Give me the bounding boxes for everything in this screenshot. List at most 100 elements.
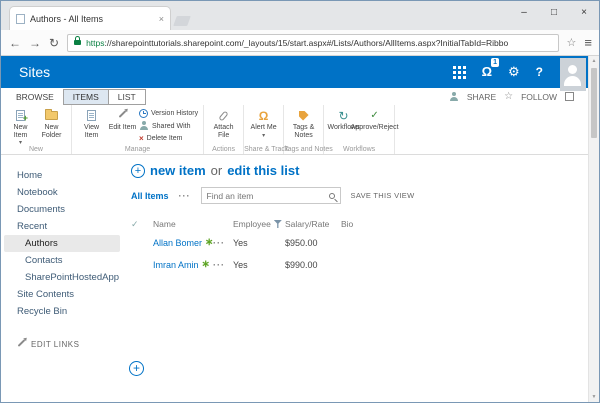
tab-items[interactable]: ITEMS xyxy=(63,89,109,105)
settings-gear-icon[interactable]: ⚙ xyxy=(508,64,520,80)
table-row[interactable]: Imran Amin ∗ ··· Yes $990.00 xyxy=(131,254,588,276)
employee-cell: Yes xyxy=(233,238,285,248)
tab-title: Authors - All Items xyxy=(30,14,155,24)
tab-close-icon[interactable]: × xyxy=(159,14,164,24)
notification-badge: 1 xyxy=(491,58,499,67)
table-header: ✓ Name Employee Salary/Rate Bio xyxy=(131,216,588,232)
delete-item-button[interactable]: × Delete Item xyxy=(139,134,198,143)
scroll-down-icon[interactable]: ▼ xyxy=(589,392,599,402)
group-label-tags-notes: Tags and Notes xyxy=(284,146,323,153)
close-button[interactable]: × xyxy=(569,1,599,23)
vertical-scrollbar[interactable]: ▲ ▼ xyxy=(588,56,599,402)
help-icon[interactable]: ? xyxy=(536,65,543,79)
browser-window: Authors - All Items × – □ × ← → ↻ https … xyxy=(0,0,600,403)
browser-tab[interactable]: Authors - All Items × xyxy=(9,6,171,30)
notifications-bell-icon[interactable]: Ω 1 xyxy=(482,63,492,81)
attach-file-button[interactable]: Attach File xyxy=(209,108,238,139)
sidebar-item-home[interactable]: Home xyxy=(1,167,123,184)
edit-item-icon xyxy=(119,110,127,118)
page-body: Home Notebook Documents Recent Authors C… xyxy=(1,155,588,402)
sidebar-item-recycle-bin[interactable]: Recycle Bin xyxy=(1,303,123,320)
tab-list[interactable]: LIST xyxy=(108,89,146,105)
sidebar-item-recent[interactable]: Recent xyxy=(1,218,123,235)
new-item-link[interactable]: new item xyxy=(150,163,206,178)
delete-item-label: Delete Item xyxy=(147,135,183,142)
view-item-button[interactable]: View Item xyxy=(77,108,106,139)
new-folder-icon xyxy=(45,111,58,120)
approve-reject-button[interactable]: ✓ Approve/Reject xyxy=(360,108,389,132)
sidebar-item-contacts[interactable]: Contacts xyxy=(1,252,123,269)
edit-links-pencil-icon xyxy=(18,339,26,347)
views-row: All Items ··· SAVE THIS VIEW xyxy=(131,187,588,204)
column-header-employee[interactable]: Employee xyxy=(233,219,285,229)
app-launcher-icon[interactable] xyxy=(453,66,466,79)
views-more-icon[interactable]: ··· xyxy=(179,191,191,201)
sidebar-item-authors[interactable]: Authors xyxy=(4,235,120,252)
view-all-items-link[interactable]: All Items xyxy=(131,191,169,201)
alert-me-button[interactable]: Ω Alert Me ▾ xyxy=(249,108,278,139)
column-header-bio[interactable]: Bio xyxy=(341,219,371,229)
alert-me-bell-icon: Ω xyxy=(259,110,269,122)
titlebar: Authors - All Items × – □ × xyxy=(1,1,599,30)
url-text: ://sharepointtutorials.sharepoint.com/_l… xyxy=(105,38,509,48)
new-tab-button[interactable] xyxy=(173,16,191,26)
ribbon-right-actions: SHARE ☆ FOLLOW xyxy=(449,91,574,102)
shared-with-button[interactable]: Shared With xyxy=(139,121,198,131)
browser-menu-icon[interactable]: ≡ xyxy=(584,35,591,50)
minimize-button[interactable]: – xyxy=(509,1,539,23)
new-item-icon: + xyxy=(16,110,25,121)
sidebar-item-documents[interactable]: Documents xyxy=(1,201,123,218)
new-item-plus-icon[interactable]: + xyxy=(131,164,145,178)
item-link[interactable]: Imran Amin xyxy=(153,260,199,270)
attach-file-label: Attach File xyxy=(209,124,238,139)
url-field[interactable]: https ://sharepointtutorials.sharepoint.… xyxy=(67,34,558,52)
back-icon[interactable]: ← xyxy=(9,37,21,49)
group-label-share-track: Share & Track xyxy=(244,146,283,153)
save-this-view-link[interactable]: SAVE THIS VIEW xyxy=(351,191,415,200)
find-item-input[interactable] xyxy=(207,191,325,201)
user-avatar[interactable] xyxy=(560,58,586,91)
version-history-button[interactable]: Version History xyxy=(139,109,198,118)
forward-icon[interactable]: → xyxy=(29,37,41,49)
new-item-label: New Item xyxy=(6,124,35,139)
suite-bar: Sites Ω 1 ⚙ ? xyxy=(1,56,599,88)
bookmark-star-icon[interactable]: ☆ xyxy=(567,36,577,49)
sidebar-item-notebook[interactable]: Notebook xyxy=(1,184,123,201)
group-label-workflows: Workflows xyxy=(324,146,394,153)
focus-on-content-icon[interactable] xyxy=(565,92,574,101)
edit-item-button[interactable]: Edit Item xyxy=(108,108,137,132)
tags-notes-label: Tags & Notes xyxy=(289,124,318,139)
follow-button[interactable]: FOLLOW xyxy=(521,92,557,102)
sidebar-item-site-contents[interactable]: Site Contents xyxy=(1,286,123,303)
item-link[interactable]: Allan Bomer xyxy=(153,238,202,248)
add-icon[interactable]: + xyxy=(129,361,144,376)
tab-browse[interactable]: BROWSE xyxy=(7,90,63,104)
salary-cell: $950.00 xyxy=(285,238,341,248)
column-header-salary[interactable]: Salary/Rate xyxy=(285,219,341,229)
new-folder-button[interactable]: New Folder xyxy=(37,108,66,139)
edit-item-label: Edit Item xyxy=(109,124,137,132)
salary-cell: $990.00 xyxy=(285,260,341,270)
search-icon[interactable] xyxy=(329,193,335,199)
refresh-icon[interactable]: ↻ xyxy=(49,37,59,49)
employee-header-label: Employee xyxy=(233,219,271,229)
select-all-check-icon[interactable]: ✓ xyxy=(131,219,153,230)
quick-launch-nav: Home Notebook Documents Recent Authors C… xyxy=(1,155,123,402)
share-button[interactable]: SHARE xyxy=(467,92,496,102)
edit-links-button[interactable]: EDIT LINKS xyxy=(1,340,123,349)
column-header-name[interactable]: Name xyxy=(153,219,213,229)
tags-notes-button[interactable]: Tags & Notes xyxy=(289,108,318,139)
item-menu-icon[interactable]: ··· xyxy=(213,260,233,270)
share-icon xyxy=(449,92,459,102)
scrollbar-thumb[interactable] xyxy=(591,68,597,138)
item-menu-icon[interactable]: ··· xyxy=(213,238,233,248)
sidebar-item-sharepointhostedapp[interactable]: SharePointHostedApp xyxy=(1,269,123,286)
find-item-searchbox xyxy=(201,187,341,204)
new-item-button[interactable]: + New Item ▾ xyxy=(6,108,35,146)
maximize-button[interactable]: □ xyxy=(539,1,569,23)
ribbon-tab-row: BROWSE ITEMS LIST SHARE ☆ FOLLOW xyxy=(1,88,588,105)
view-item-label: View Item xyxy=(77,124,106,139)
edit-this-list-link[interactable]: edit this list xyxy=(227,163,299,178)
scroll-up-icon[interactable]: ▲ xyxy=(589,56,599,66)
table-row[interactable]: Allan Bomer ∗ ··· Yes $950.00 xyxy=(131,232,588,254)
